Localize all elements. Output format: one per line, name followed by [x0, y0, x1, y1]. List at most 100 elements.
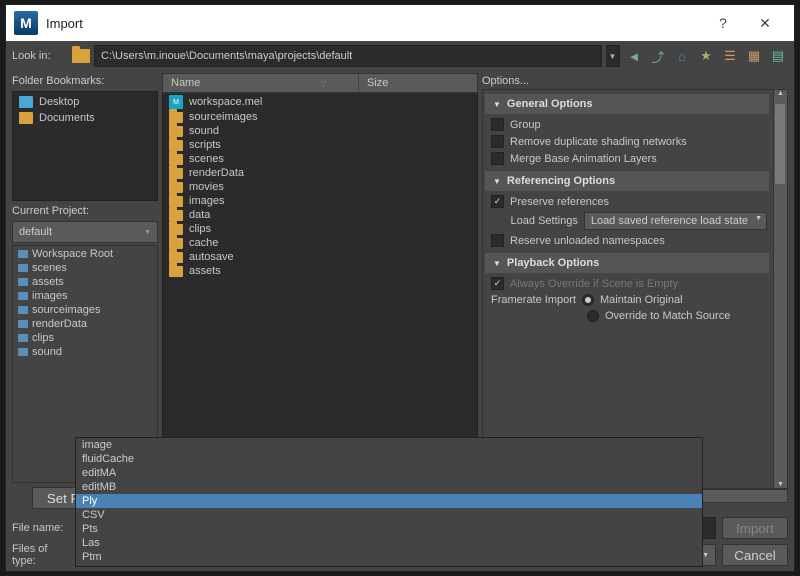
playback-options-header[interactable]: Playback Options: [485, 253, 769, 273]
filetype-option[interactable]: fluidCache: [76, 452, 702, 466]
folder-icon: [18, 334, 28, 342]
app-logo-icon: M: [14, 11, 38, 35]
options-label: Options...: [482, 73, 788, 89]
workspace-item[interactable]: assets: [14, 275, 156, 289]
close-button[interactable]: ✕: [744, 5, 786, 41]
filetype-option[interactable]: image: [76, 438, 702, 452]
column-header-size[interactable]: Size: [359, 77, 477, 89]
remove-dup-checkbox[interactable]: [491, 135, 504, 148]
file-item[interactable]: images: [163, 194, 477, 208]
file-item[interactable]: autosave: [163, 250, 477, 264]
filetype-option[interactable]: Ptm: [76, 550, 702, 564]
maintain-radio[interactable]: [582, 294, 594, 306]
folder-icon: [18, 320, 28, 328]
options-toggle-icon[interactable]: ▤: [768, 46, 788, 66]
help-button[interactable]: ?: [702, 5, 744, 41]
folder-icon: [18, 250, 28, 258]
folder-icon: [169, 154, 183, 165]
column-header-name[interactable]: Name: [163, 74, 359, 92]
folder-icon: [18, 264, 28, 272]
import-button[interactable]: Import: [722, 517, 788, 539]
up-icon[interactable]: ⤴: [648, 46, 668, 66]
folder-icon: [169, 224, 183, 235]
bookmarks-list[interactable]: Desktop Documents: [12, 91, 158, 201]
folder-icon: [169, 196, 183, 207]
documents-icon: [19, 112, 33, 124]
folder-icon: [169, 252, 183, 263]
filetype-option[interactable]: editMA: [76, 466, 702, 480]
options-scroll: General Options Group Remove duplicate s…: [483, 90, 773, 488]
mel-file-icon: M: [169, 95, 183, 109]
file-item[interactable]: sound: [163, 124, 477, 138]
folder-icon: [18, 306, 28, 314]
folder-icon: [18, 278, 28, 286]
filetype-label: Files of type:: [12, 543, 70, 567]
folder-icon: [72, 49, 90, 63]
cancel-button[interactable]: Cancel: [722, 544, 788, 566]
group-checkbox[interactable]: [491, 118, 504, 131]
desktop-icon: [19, 96, 33, 108]
file-item[interactable]: clips: [163, 222, 477, 236]
path-dropdown-button[interactable]: ▼: [606, 45, 620, 67]
always-override-checkbox: ✓: [491, 277, 504, 290]
bookmark-documents[interactable]: Documents: [15, 110, 155, 126]
path-bar: Look in: C:\Users\m.inoue\Documents\maya…: [6, 41, 794, 71]
workspace-item[interactable]: scenes: [14, 261, 156, 275]
workspace-item[interactable]: Workspace Root: [14, 247, 156, 261]
folder-icon: [169, 238, 183, 249]
merge-layers-checkbox[interactable]: [491, 152, 504, 165]
folder-icon: [169, 126, 183, 137]
folder-icon: [169, 140, 183, 151]
folder-icon: [18, 348, 28, 356]
folder-icon: [169, 266, 183, 277]
file-item[interactable]: cache: [163, 236, 477, 250]
bookmark-icon[interactable]: ★: [696, 46, 716, 66]
general-options-header[interactable]: General Options: [485, 94, 769, 114]
file-item[interactable]: Mworkspace.mel: [163, 94, 477, 110]
folder-icon: [169, 112, 183, 123]
path-input[interactable]: C:\Users\m.inoue\Documents\maya\projects…: [94, 45, 602, 67]
options-body: General Options Group Remove duplicate s…: [482, 89, 788, 489]
folder-icon: [169, 182, 183, 193]
back-icon[interactable]: ◄: [624, 46, 644, 66]
filetype-option[interactable]: Las: [76, 536, 702, 550]
home-icon[interactable]: ⌂: [672, 46, 692, 66]
file-item[interactable]: movies: [163, 180, 477, 194]
file-item[interactable]: scripts: [163, 138, 477, 152]
workspace-item[interactable]: renderData: [14, 317, 156, 331]
file-item[interactable]: renderData: [163, 166, 477, 180]
folder-icon: [169, 210, 183, 221]
filename-label: File name:: [12, 522, 70, 534]
filetype-option[interactable]: Pts: [76, 522, 702, 536]
file-item[interactable]: sourceimages: [163, 110, 477, 124]
filetype-option[interactable]: Ply: [76, 494, 702, 508]
window-title: Import: [46, 16, 702, 31]
file-item[interactable]: assets: [163, 264, 477, 278]
bookmark-desktop[interactable]: Desktop: [15, 94, 155, 110]
current-project-label: Current Project:: [12, 203, 158, 219]
referencing-options-header[interactable]: Referencing Options: [485, 171, 769, 191]
filetype-option[interactable]: All Files: [76, 564, 702, 567]
workspace-item[interactable]: sourceimages: [14, 303, 156, 317]
file-item[interactable]: scenes: [163, 152, 477, 166]
reserve-ns-checkbox[interactable]: [491, 234, 504, 247]
folder-icon: [18, 292, 28, 300]
file-item[interactable]: data: [163, 208, 477, 222]
filetype-option[interactable]: editMB: [76, 480, 702, 494]
titlebar: M Import ? ✕: [6, 5, 794, 41]
filetype-dropdown[interactable]: imagefluidCacheeditMAeditMBPlyCSVPtsLasP…: [75, 437, 703, 567]
new-folder-icon[interactable]: ▦: [744, 46, 764, 66]
workspace-item[interactable]: images: [14, 289, 156, 303]
override-radio[interactable]: [587, 310, 599, 322]
filetype-option[interactable]: CSV: [76, 508, 702, 522]
bookmarks-label: Folder Bookmarks:: [12, 73, 158, 89]
list-view-icon[interactable]: ☰: [720, 46, 740, 66]
load-settings-select[interactable]: Load saved reference load state: [584, 212, 767, 230]
options-vscroll[interactable]: [773, 90, 787, 488]
folder-icon: [169, 168, 183, 179]
workspace-item[interactable]: clips: [14, 331, 156, 345]
preserve-refs-checkbox[interactable]: ✓: [491, 195, 504, 208]
lookin-label: Look in:: [12, 50, 68, 62]
workspace-item[interactable]: sound: [14, 345, 156, 359]
project-select[interactable]: default: [12, 221, 158, 243]
